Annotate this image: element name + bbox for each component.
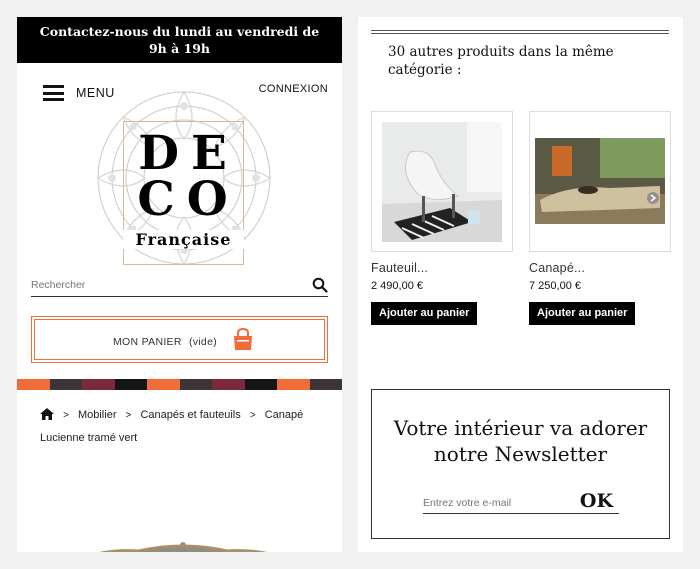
product-name[interactable]: Fauteuil...: [371, 261, 513, 275]
stripe-segment: [147, 379, 180, 390]
breadcrumb: > Mobilier > Canapés et fauteuils > Cana…: [40, 404, 332, 449]
search-bar: [31, 275, 328, 297]
shopping-bag-icon: [234, 328, 252, 350]
cart-label: MON PANIER: [113, 336, 182, 348]
mobile-page-header-panel: Contactez-nous du lundi au vendredi de 9…: [17, 17, 342, 552]
title-divider: [371, 30, 669, 34]
armchair-photo: [382, 122, 502, 242]
product-thumbnail[interactable]: [371, 111, 513, 252]
logo-subtitle: Française: [123, 230, 244, 249]
product-name[interactable]: Canapé...: [529, 261, 671, 275]
breadcrumb-item-canapes[interactable]: Canapés et fauteuils: [140, 409, 240, 421]
newsletter-box: Votre intérieur va adorer notre Newslett…: [371, 389, 670, 539]
stripe-segment: [179, 379, 212, 390]
cart-button[interactable]: MON PANIER (vide): [31, 316, 328, 363]
color-stripe: [17, 379, 342, 390]
breadcrumb-item-mobilier[interactable]: Mobilier: [78, 409, 117, 421]
chevron-right-icon: >: [125, 410, 132, 421]
stripe-segment: [114, 379, 147, 390]
stripe-segment: [244, 379, 277, 390]
home-icon[interactable]: [40, 408, 54, 420]
cart-status: (vide): [188, 336, 218, 348]
logo-line-2: CO: [137, 172, 240, 227]
product-image-sofa[interactable]: [69, 535, 297, 552]
chevron-right-icon: >: [63, 410, 69, 421]
stripe-segment: [82, 379, 115, 390]
related-products-title: 30 autres produits dans la même catégori…: [388, 44, 614, 78]
add-to-cart-button[interactable]: Ajouter au panier: [371, 302, 478, 325]
product-price: 2 490,00 €: [371, 280, 423, 292]
stripe-segment: [212, 379, 245, 390]
contact-banner: Contactez-nous du lundi au vendredi de 9…: [17, 17, 342, 63]
product-thumbnail[interactable]: [529, 111, 671, 252]
stripe-segment: [309, 379, 342, 390]
search-icon[interactable]: [312, 277, 328, 293]
newsletter-email-input[interactable]: [423, 488, 563, 509]
product-side-panel: 30 autres produits dans la même catégori…: [358, 17, 683, 552]
hamburger-menu-icon[interactable]: [43, 85, 64, 101]
add-to-cart-button[interactable]: Ajouter au panier: [529, 302, 636, 325]
stripe-segment: [17, 379, 50, 390]
search-input[interactable]: [31, 275, 291, 291]
logo-wordmark[interactable]: DE CO: [123, 126, 244, 227]
stripe-segment: [49, 379, 82, 390]
stripe-segment: [277, 379, 310, 390]
sofa-photo: [535, 138, 665, 224]
logo-line-1: DE: [138, 126, 239, 181]
chevron-right-icon: >: [249, 410, 256, 421]
product-card: Fauteuil... 2 490,00 € Ajouter au panier: [371, 111, 513, 325]
product-price: 7 250,00 €: [529, 280, 581, 292]
newsletter-submit-button[interactable]: OK: [580, 490, 613, 512]
newsletter-title: Votre intérieur va adorer notre Newslett…: [393, 416, 648, 466]
product-card: Canapé... 7 250,00 € Ajouter au panier: [529, 111, 671, 325]
newsletter-form: OK: [423, 488, 619, 514]
